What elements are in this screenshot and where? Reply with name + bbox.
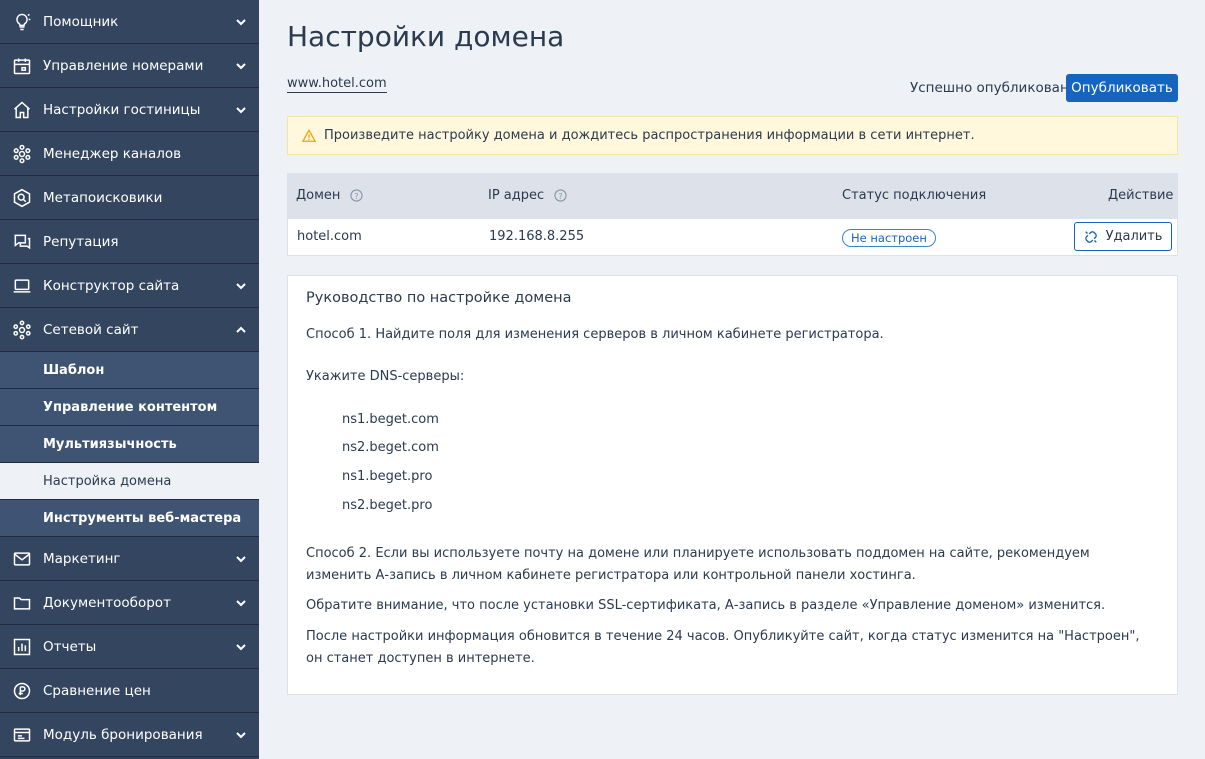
row-ip: 192.168.8.255: [489, 229, 585, 244]
chevron-down-icon: [235, 280, 247, 292]
sidebar-item-label: Отчеты: [43, 638, 97, 655]
sidebar-subitem-domain[interactable]: Настройка домена: [0, 463, 259, 500]
chevron-down-icon: [235, 16, 247, 28]
sidebar-item-label: Документооборот: [43, 594, 171, 611]
booking-icon: [11, 724, 33, 746]
main-content: Настройки домена www.hotel.com Успешно о…: [259, 0, 1205, 759]
guide-note-ssl: Обратите внимание, что после установки S…: [306, 598, 1106, 613]
sidebar-item-marketing[interactable]: Маркетинг: [0, 537, 259, 581]
warning-banner: Произведите настройку домена и дождитесь…: [287, 116, 1178, 155]
sidebar-item-assistant[interactable]: Помощник: [0, 0, 259, 44]
lightbulb-icon: [11, 11, 33, 33]
domain-table: Домен ? IP адрес ? Статус подключения Де…: [287, 173, 1178, 256]
chevron-up-icon: [235, 324, 247, 336]
dns-server: ns2.beget.com: [342, 440, 439, 455]
status-badge: Не настроен: [842, 229, 936, 247]
sidebar-item-rooms[interactable]: Управление номерами: [0, 44, 259, 88]
sidebar-item-hotel-settings[interactable]: Настройки гостиницы: [0, 88, 259, 132]
chevron-down-icon: [235, 60, 247, 72]
table-row: hotel.com 192.168.8.255 Не настроен Удал…: [287, 219, 1178, 256]
page-title: Настройки домена: [287, 20, 565, 53]
guide-panel: Руководство по настройке домена Способ 1…: [287, 275, 1178, 695]
guide-title: Руководство по настройке домена: [306, 290, 572, 306]
publish-status: Успешно опубликовано: [910, 80, 1078, 96]
header-ip: IP адрес ?: [488, 188, 567, 203]
sidebar-item-label: Модуль бронирования: [43, 726, 203, 743]
sidebar-item-metasearch[interactable]: Метапоисковики: [0, 176, 259, 220]
chat-icon: [11, 231, 33, 253]
unlink-icon: [1084, 230, 1097, 243]
dns-server: ns2.beget.pro: [342, 498, 433, 513]
folder-icon: [11, 592, 33, 614]
warning-text: Произведите настройку домена и дождитесь…: [324, 128, 975, 143]
guide-note-time: После настройки информация обновится в т…: [306, 629, 1140, 666]
sidebar-item-label: Метапоисковики: [43, 189, 163, 206]
home-icon: [11, 99, 33, 121]
sidebar-item-label: Помощник: [43, 13, 119, 30]
sidebar-item-label: Сравнение цен: [43, 682, 151, 699]
chart-icon: [11, 636, 33, 658]
svg-text:?: ?: [355, 191, 359, 201]
calendar-icon: [11, 55, 33, 77]
sidebar-subitem-multilang[interactable]: Мультиязычность: [0, 426, 259, 463]
sidebar-item-channel-manager[interactable]: Менеджер каналов: [0, 132, 259, 176]
publish-button[interactable]: Опубликовать: [1066, 74, 1178, 102]
table-header: Домен ? IP адрес ? Статус подключения Де…: [287, 173, 1178, 219]
header-action-label: Действие: [1108, 188, 1174, 203]
guide-dns-label: Укажите DNS-серверы:: [306, 369, 465, 384]
guide-method1: Способ 1. Найдите поля для изменения сер…: [306, 327, 884, 342]
sidebar-item-label: Конструктор сайта: [43, 277, 180, 294]
domain-link[interactable]: www.hotel.com: [287, 76, 387, 93]
sidebar-item-reports[interactable]: Отчеты: [0, 625, 259, 669]
delete-button[interactable]: Удалить: [1074, 222, 1172, 251]
network-icon: [11, 319, 33, 341]
sidebar-subitem-template[interactable]: Шаблон: [0, 352, 259, 389]
sidebar: Помощник Управление номерами Настройки г…: [0, 0, 259, 759]
sidebar-item-price-compare[interactable]: Сравнение цен: [0, 669, 259, 713]
help-icon[interactable]: ?: [350, 189, 364, 202]
chevron-down-icon: [235, 553, 247, 565]
mail-icon: [11, 548, 33, 570]
dns-server: ns1.beget.com: [342, 412, 439, 427]
row-domain: hotel.com: [297, 229, 362, 244]
sidebar-item-label: Менеджер каналов: [43, 145, 182, 162]
sidebar-item-reputation[interactable]: Репутация: [0, 220, 259, 264]
sidebar-item-site-builder[interactable]: Конструктор сайта: [0, 264, 259, 308]
laptop-icon: [11, 275, 33, 297]
sidebar-item-booking[interactable]: Модуль бронирования: [0, 713, 259, 757]
header-ip-label: IP адрес: [488, 188, 545, 203]
warning-icon: [302, 128, 316, 142]
help-icon[interactable]: ?: [554, 189, 567, 202]
sidebar-subitem-content[interactable]: Управление контентом: [0, 389, 259, 426]
dns-server: ns1.beget.pro: [342, 469, 433, 484]
price-compare-icon: [11, 680, 33, 702]
sidebar-item-label: Управление номерами: [43, 57, 204, 74]
header-domain: Домен ?: [296, 188, 364, 203]
sidebar-item-label: Репутация: [43, 233, 119, 250]
delete-button-label: Удалить: [1105, 229, 1163, 244]
guide-method2: Способ 2. Если вы используете почту на д…: [306, 546, 1090, 583]
header-status-label: Статус подключения: [842, 188, 987, 203]
sidebar-item-label: Настройки гостиницы: [43, 101, 201, 118]
chevron-down-icon: [235, 641, 247, 653]
chevron-down-icon: [235, 729, 247, 741]
sidebar-subitem-webmaster[interactable]: Инструменты веб-мастера: [0, 500, 259, 537]
svg-text:?: ?: [558, 191, 562, 201]
header-domain-label: Домен: [296, 188, 341, 203]
sidebar-item-documents[interactable]: Документооборот: [0, 581, 259, 625]
sidebar-item-label: Сетевой сайт: [43, 321, 139, 338]
sidebar-item-network-site[interactable]: Сетевой сайт: [0, 308, 259, 352]
channels-icon: [11, 143, 33, 165]
chevron-down-icon: [235, 597, 247, 609]
chevron-down-icon: [235, 104, 247, 116]
header-status: Статус подключения: [842, 188, 986, 203]
hexagon-search-icon: [11, 187, 33, 209]
header-action: Действие: [1108, 188, 1178, 203]
sidebar-item-label: Маркетинг: [43, 550, 121, 567]
